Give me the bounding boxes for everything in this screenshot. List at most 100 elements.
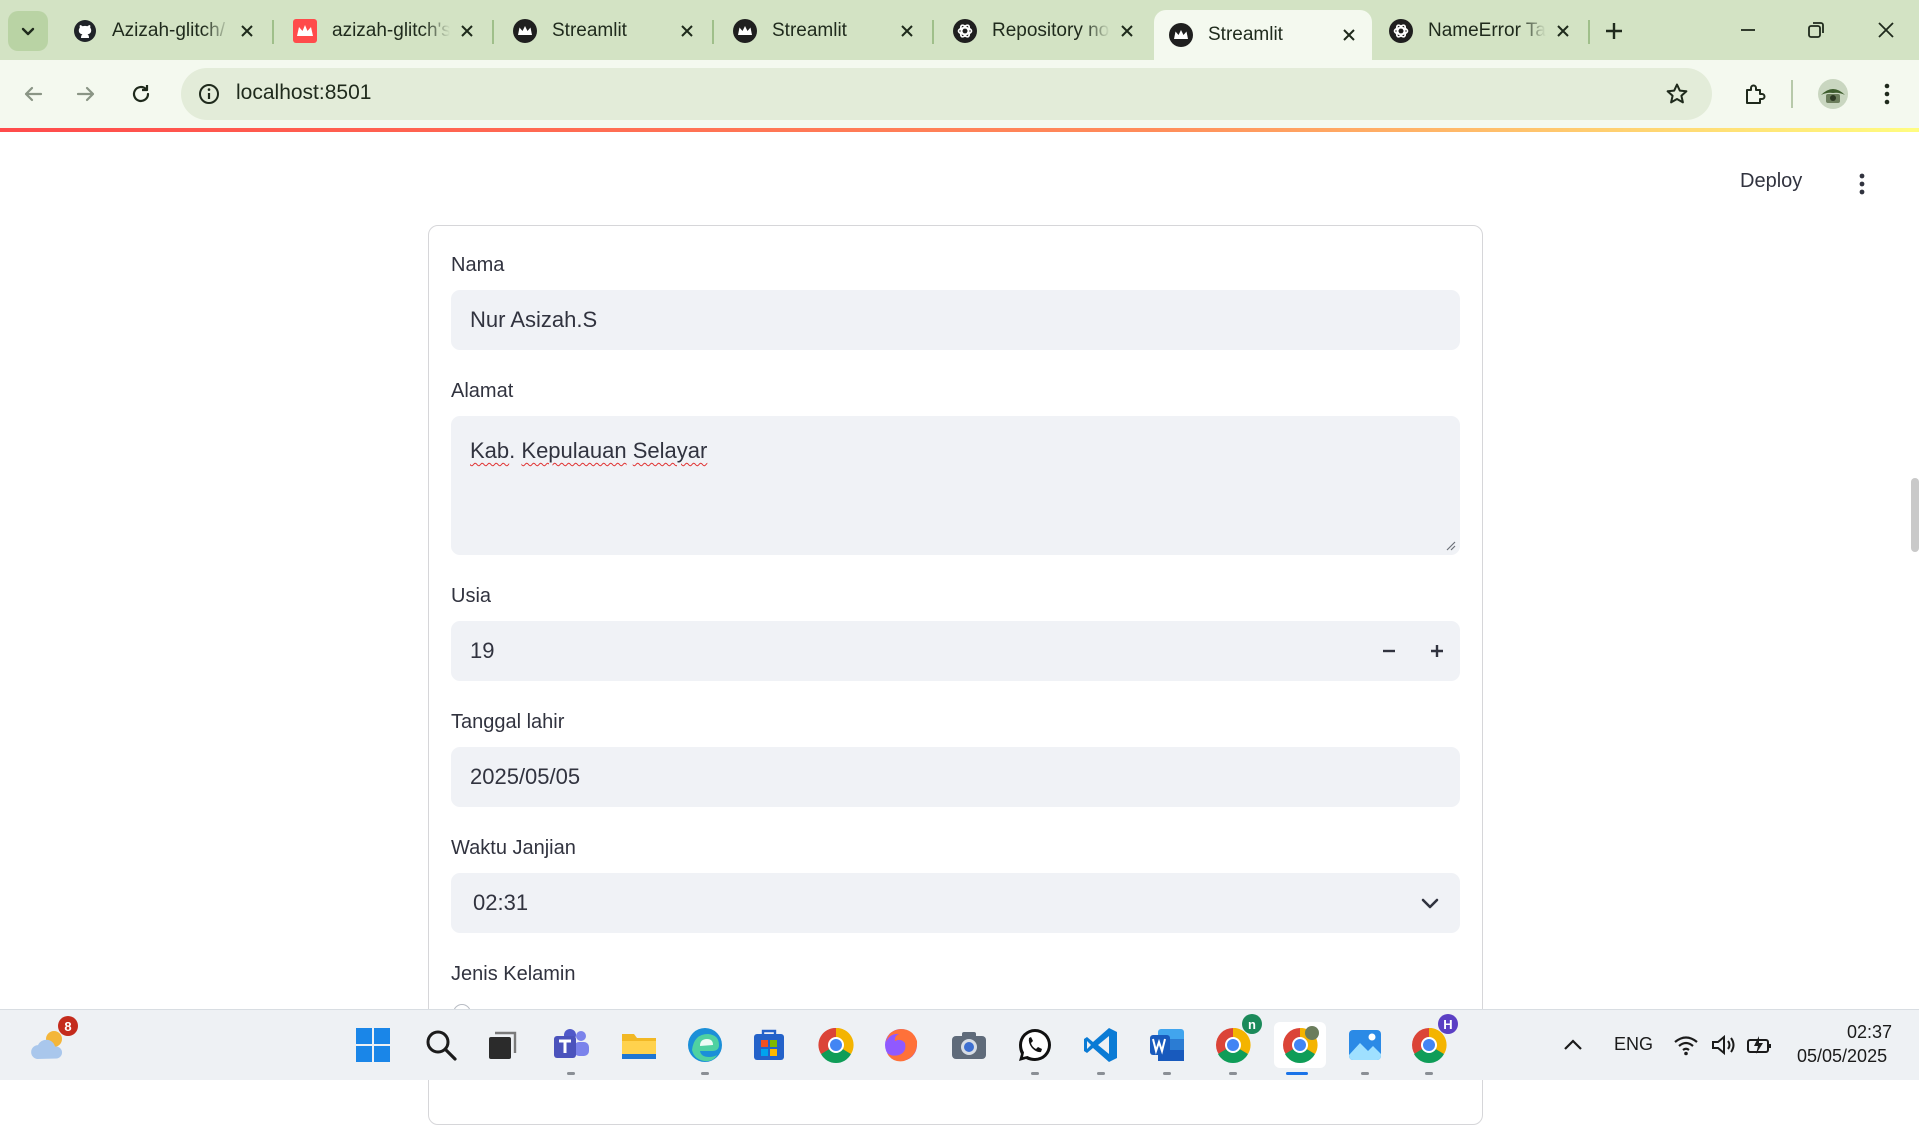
clock-date[interactable]: 05/05/2025 [1797,1046,1887,1067]
battery-status[interactable] [1742,1022,1778,1068]
input-language[interactable]: ENG [1614,1034,1653,1055]
task-view-button[interactable] [480,1022,526,1068]
running-indicator [1097,1072,1105,1075]
streamlit-crown-icon [732,18,758,44]
running-indicator [1163,1072,1171,1075]
waktu-janjian-label: Waktu Janjian [451,837,576,859]
alamat-textarea[interactable]: Kab. Kepulauan Selayar [451,416,1460,555]
microsoft-store-app[interactable] [746,1022,792,1068]
url-text[interactable]: localhost:8501 [236,81,371,105]
search-icon [426,1030,457,1061]
camera-app[interactable] [946,1022,992,1068]
close-tab-icon[interactable] [1116,20,1138,42]
usia-number-input[interactable]: 19 [451,621,1460,681]
running-indicator [567,1072,575,1075]
tab-search-button[interactable] [8,11,48,51]
avatar-icon [1818,79,1848,109]
browser-tab-chatgpt-nameerror[interactable]: NameError Ta [1374,10,1586,52]
running-indicator [1229,1072,1237,1075]
browser-tab-streamlit[interactable]: Streamlit [718,10,930,52]
app-menu-button[interactable] [1852,170,1872,198]
close-tab-icon[interactable] [1552,20,1574,42]
notification-badge: 8 [58,1016,78,1036]
restore-button[interactable] [1786,8,1846,52]
increment-button[interactable] [1417,631,1457,671]
address-bar[interactable]: localhost:8501 [181,68,1712,120]
chrome-profile-h-app[interactable]: H [1406,1014,1458,1075]
page-scrollbar[interactable] [1911,478,1919,552]
browser-tab-github[interactable]: Azizah-glitch/ [58,10,270,52]
browser-tab-streamlit[interactable]: Streamlit [498,10,710,52]
more-vert-icon [1859,173,1865,195]
chevron-down-icon [21,27,35,36]
close-tab-icon[interactable] [896,20,918,42]
running-indicator [1361,1072,1369,1075]
close-window-button[interactable] [1856,8,1916,52]
browser-menu-button[interactable] [1866,73,1908,115]
minimize-button[interactable] [1718,8,1778,52]
edge-icon [688,1028,722,1062]
browser-tab-streamlit-active[interactable]: Streamlit [1154,10,1372,60]
tanggal-lahir-date-input[interactable]: 2025/05/05 [451,747,1460,807]
reload-button[interactable] [120,73,162,115]
minimize-icon [1741,29,1755,31]
waktu-janjian-value: 02:31 [473,890,529,915]
running-indicator [701,1072,709,1075]
volume-status[interactable] [1706,1022,1742,1068]
photos-icon [1349,1030,1381,1060]
nama-input[interactable]: Nur Asizah.S [451,290,1460,350]
taskbar-search[interactable] [418,1022,464,1068]
word-app[interactable] [1144,1022,1190,1075]
browser-tab-strip: Azizah-glitch/ azizah-glitch's Streamlit… [0,0,1919,60]
back-button[interactable] [12,73,54,115]
file-explorer-app[interactable] [616,1022,662,1068]
streamlit-header-decoration [0,128,1919,132]
close-tab-icon[interactable] [676,20,698,42]
extensions-button[interactable] [1734,73,1776,115]
deploy-button[interactable]: Deploy [1740,170,1802,193]
teams-icon [554,1029,589,1058]
forward-button[interactable] [65,73,107,115]
word-icon [1150,1029,1184,1061]
alamat-value: Kab. Kepulauan Selayar [470,438,708,463]
tab-title: azizah-glitch's [332,20,450,41]
close-tab-icon[interactable] [1338,24,1360,46]
chrome-app[interactable] [813,1022,859,1068]
browser-tab-streamlit-share[interactable]: azizah-glitch's [278,10,490,52]
clock-time[interactable]: 02:37 [1847,1022,1892,1043]
microsoft-store-icon [754,1029,784,1060]
vscode-icon [1084,1028,1117,1062]
wifi-status[interactable] [1668,1022,1704,1068]
edge-app[interactable] [682,1022,728,1075]
bookmark-star-icon[interactable] [1662,79,1692,109]
photos-app[interactable] [1342,1022,1388,1075]
running-indicator [1425,1072,1433,1075]
site-info-icon[interactable] [195,80,223,108]
whatsapp-app[interactable] [1012,1022,1058,1075]
decrement-button[interactable] [1369,631,1409,671]
waktu-janjian-select[interactable]: 02:31 [451,873,1460,933]
chrome-icon [818,1027,854,1063]
weather-widget[interactable]: 8 [24,1016,78,1068]
tab-title: Streamlit [1208,24,1283,45]
resize-handle-icon[interactable] [1444,539,1456,551]
tab-title: NameError Ta [1428,20,1546,41]
chrome-profile-n-app[interactable]: n [1210,1014,1262,1075]
browser-tab-chatgpt-repository[interactable]: Repository no [938,10,1150,52]
new-tab-button[interactable] [1597,14,1631,48]
windows-taskbar: 8 n H ENG 02:37 05/05/2025 [0,1009,1919,1080]
chrome-profile-active-app[interactable] [1274,1022,1326,1075]
close-tab-icon[interactable] [236,20,258,42]
toolbar-divider [1791,80,1793,108]
tab-separator [932,20,934,44]
teams-app[interactable] [548,1022,594,1075]
tab-separator [272,20,274,44]
firefox-app[interactable] [878,1022,924,1068]
openai-icon [952,18,978,44]
profile-avatar[interactable] [1812,73,1854,115]
github-icon [72,18,98,44]
show-hidden-icons-button[interactable] [1553,1022,1593,1068]
vscode-app[interactable] [1078,1022,1124,1075]
close-tab-icon[interactable] [456,20,478,42]
start-button[interactable] [350,1022,396,1068]
